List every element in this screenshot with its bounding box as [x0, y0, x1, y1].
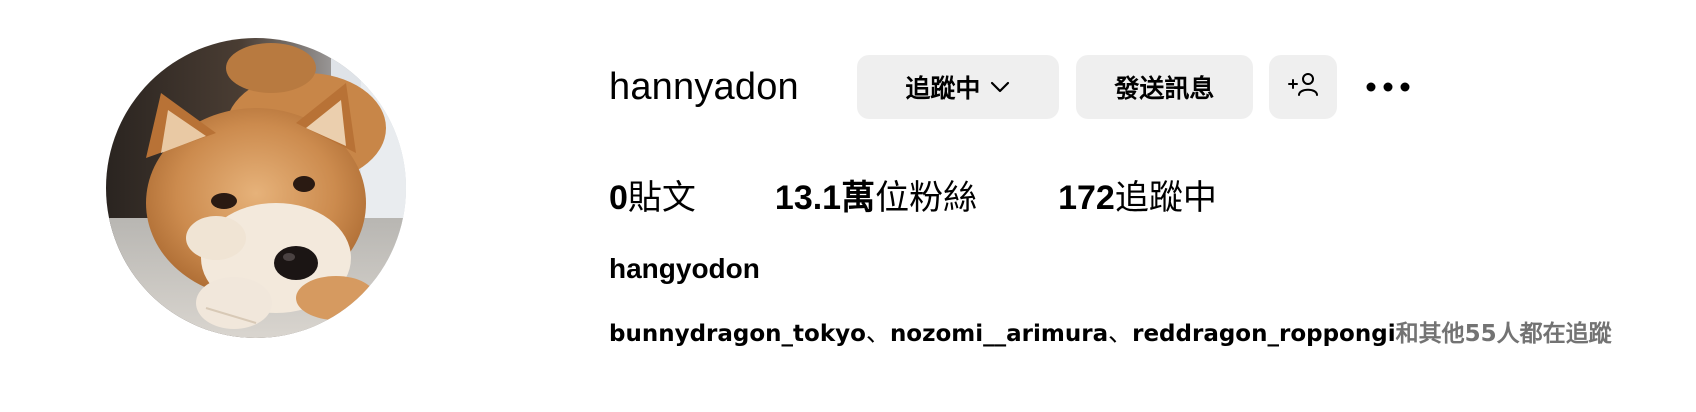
following-label: 追蹤中	[1114, 178, 1217, 218]
followers-count: 13.1萬	[774, 179, 876, 217]
following-count: 172	[1058, 179, 1115, 217]
followed-by-name[interactable]: bunnydragon_tokyo	[609, 321, 866, 347]
followed-by-others: 和其他55人都在追蹤	[1395, 321, 1612, 347]
send-message-button[interactable]: 發送訊息	[1075, 55, 1253, 119]
following-stat[interactable]: 172 追蹤中	[1058, 170, 1217, 219]
profile-full-name: hangyodon	[609, 253, 760, 284]
profile-stats: 0 貼文 13.1萬 位粉絲 172 追蹤中	[609, 170, 1217, 219]
posts-count: 0	[609, 179, 628, 217]
chevron-down-icon	[990, 81, 1010, 93]
more-options-icon[interactable]	[1363, 55, 1413, 119]
name-separator: 、	[865, 319, 890, 347]
name-separator: 、	[1108, 319, 1133, 347]
shiba-dog-photo	[106, 38, 406, 338]
posts-label: 貼文	[627, 178, 696, 218]
following-button[interactable]: 追蹤中	[856, 55, 1059, 119]
following-button-label: 追蹤中	[905, 74, 981, 103]
followed-by-name[interactable]: nozomi__arimura	[890, 321, 1108, 347]
profile-username: hannyadon	[609, 65, 799, 108]
followers-stat[interactable]: 13.1萬 位粉絲	[775, 170, 977, 219]
followed-by-line[interactable]: bunnydragon_tokyo、nozomi__arimura、reddra…	[609, 313, 1612, 348]
followers-label: 位粉絲	[875, 178, 978, 218]
add-person-icon	[1287, 71, 1319, 103]
suggest-people-button[interactable]	[1268, 55, 1337, 119]
followed-by-name[interactable]: reddragon_roppongi	[1132, 321, 1395, 347]
posts-stat: 0 貼文	[609, 170, 696, 219]
profile-info: hannyadon 追蹤中 發送訊息 0 貼文 13.1萬 位粉絲 172 追蹤…	[609, 0, 1669, 412]
profile-header-row: hannyadon 追蹤中 發送訊息	[609, 55, 1413, 119]
profile-avatar[interactable]	[106, 38, 406, 338]
send-message-label: 發送訊息	[1114, 74, 1215, 103]
